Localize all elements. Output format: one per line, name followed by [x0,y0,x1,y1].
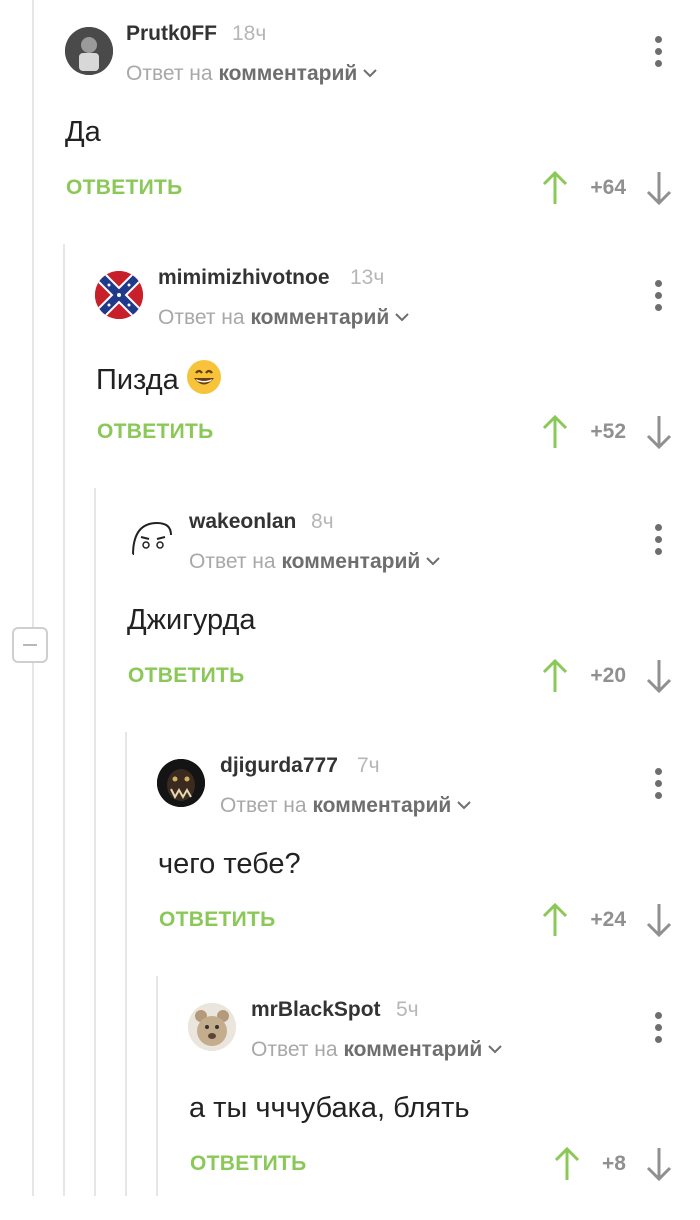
author-name[interactable]: Prutk0FF [126,22,217,46]
reply-button[interactable]: ОТВЕТИТЬ [128,664,245,688]
chevron-down-icon [457,801,471,810]
comment-text: Джигурда [127,604,256,636]
vote-down-icon[interactable] [644,414,674,450]
reply-button[interactable]: ОТВЕТИТЬ [190,1152,307,1176]
reply-to-target: комментарий [218,62,358,85]
author-name[interactable]: mimimizhivotnoe [158,266,330,290]
reply-button[interactable]: ОТВЕТИТЬ [66,176,183,200]
author-name[interactable]: wakeonlan [189,510,296,534]
avatar[interactable] [65,27,113,75]
vote-down-icon[interactable] [644,170,674,206]
vote-down-icon[interactable] [644,1146,674,1182]
reply-to-link[interactable]: Ответ на комментарий [158,306,409,330]
author-name[interactable]: mrBlackSpot [251,998,381,1022]
comment: wakeonlan 8ч Ответ на комментарий Джигур… [0,488,700,732]
comment: djigurda777 7ч Ответ на комментарий чего… [0,732,700,976]
rating-value: +8 [602,1152,626,1175]
avatar[interactable] [127,515,175,563]
rating-value: +64 [590,176,626,199]
comment-text: Пизда [96,360,221,397]
chevron-down-icon [426,557,440,566]
chevron-down-icon [395,313,409,322]
comment-text: Да [65,116,101,148]
reply-to-prefix: Ответ на [189,550,276,573]
reply-to-link[interactable]: Ответ на комментарий [251,1038,502,1062]
grinning-smile-emoji [186,360,221,394]
comment: mimimizhivotnoe 13ч Ответ на комментарий… [0,244,700,488]
reply-to-prefix: Ответ на [220,794,307,817]
more-options-icon[interactable] [648,280,668,314]
avatar[interactable] [95,271,143,319]
more-options-icon[interactable] [648,524,668,558]
reply-button[interactable]: ОТВЕТИТЬ [97,420,214,444]
more-options-icon[interactable] [648,1012,668,1046]
reply-to-target: комментарий [250,306,390,329]
rating-value: +24 [590,908,626,931]
reply-to-target: комментарий [281,550,421,573]
comment-time: 5ч [396,998,419,1021]
avatar[interactable] [157,759,205,807]
comment-text-content: Пизда [96,364,179,396]
reply-to-link[interactable]: Ответ на комментарий [220,794,471,818]
reply-to-prefix: Ответ на [158,306,245,329]
rating-value: +52 [590,420,626,443]
author-name[interactable]: djigurda777 [220,754,338,778]
avatar[interactable] [188,1003,236,1051]
reply-to-prefix: Ответ на [126,62,213,85]
comment-text: а ты чччубака, блять [189,1092,470,1124]
chevron-down-icon [363,69,377,78]
comment-time: 7ч [357,754,380,777]
reply-to-link[interactable]: Ответ на комментарий [189,550,440,574]
reply-to-target: комментарий [312,794,452,817]
comment: mrBlackSpot 5ч Ответ на комментарий а ты… [0,976,700,1220]
reply-to-link[interactable]: Ответ на комментарий [126,62,377,86]
vote-down-icon[interactable] [644,658,674,694]
comment-time: 18ч [232,22,267,45]
rating-value: +20 [590,664,626,687]
comment-time: 8ч [311,510,334,533]
comment: Prutk0FF 18ч Ответ на комментарий Да ОТВ… [0,0,700,244]
more-options-icon[interactable] [648,36,668,70]
more-options-icon[interactable] [648,768,668,802]
comment-time: 13ч [350,266,385,289]
reply-to-prefix: Ответ на [251,1038,338,1061]
reply-to-target: комментарий [343,1038,483,1061]
reply-button[interactable]: ОТВЕТИТЬ [159,908,276,932]
comment-text: чего тебе? [158,848,301,880]
chevron-down-icon [488,1045,502,1054]
vote-down-icon[interactable] [644,902,674,938]
